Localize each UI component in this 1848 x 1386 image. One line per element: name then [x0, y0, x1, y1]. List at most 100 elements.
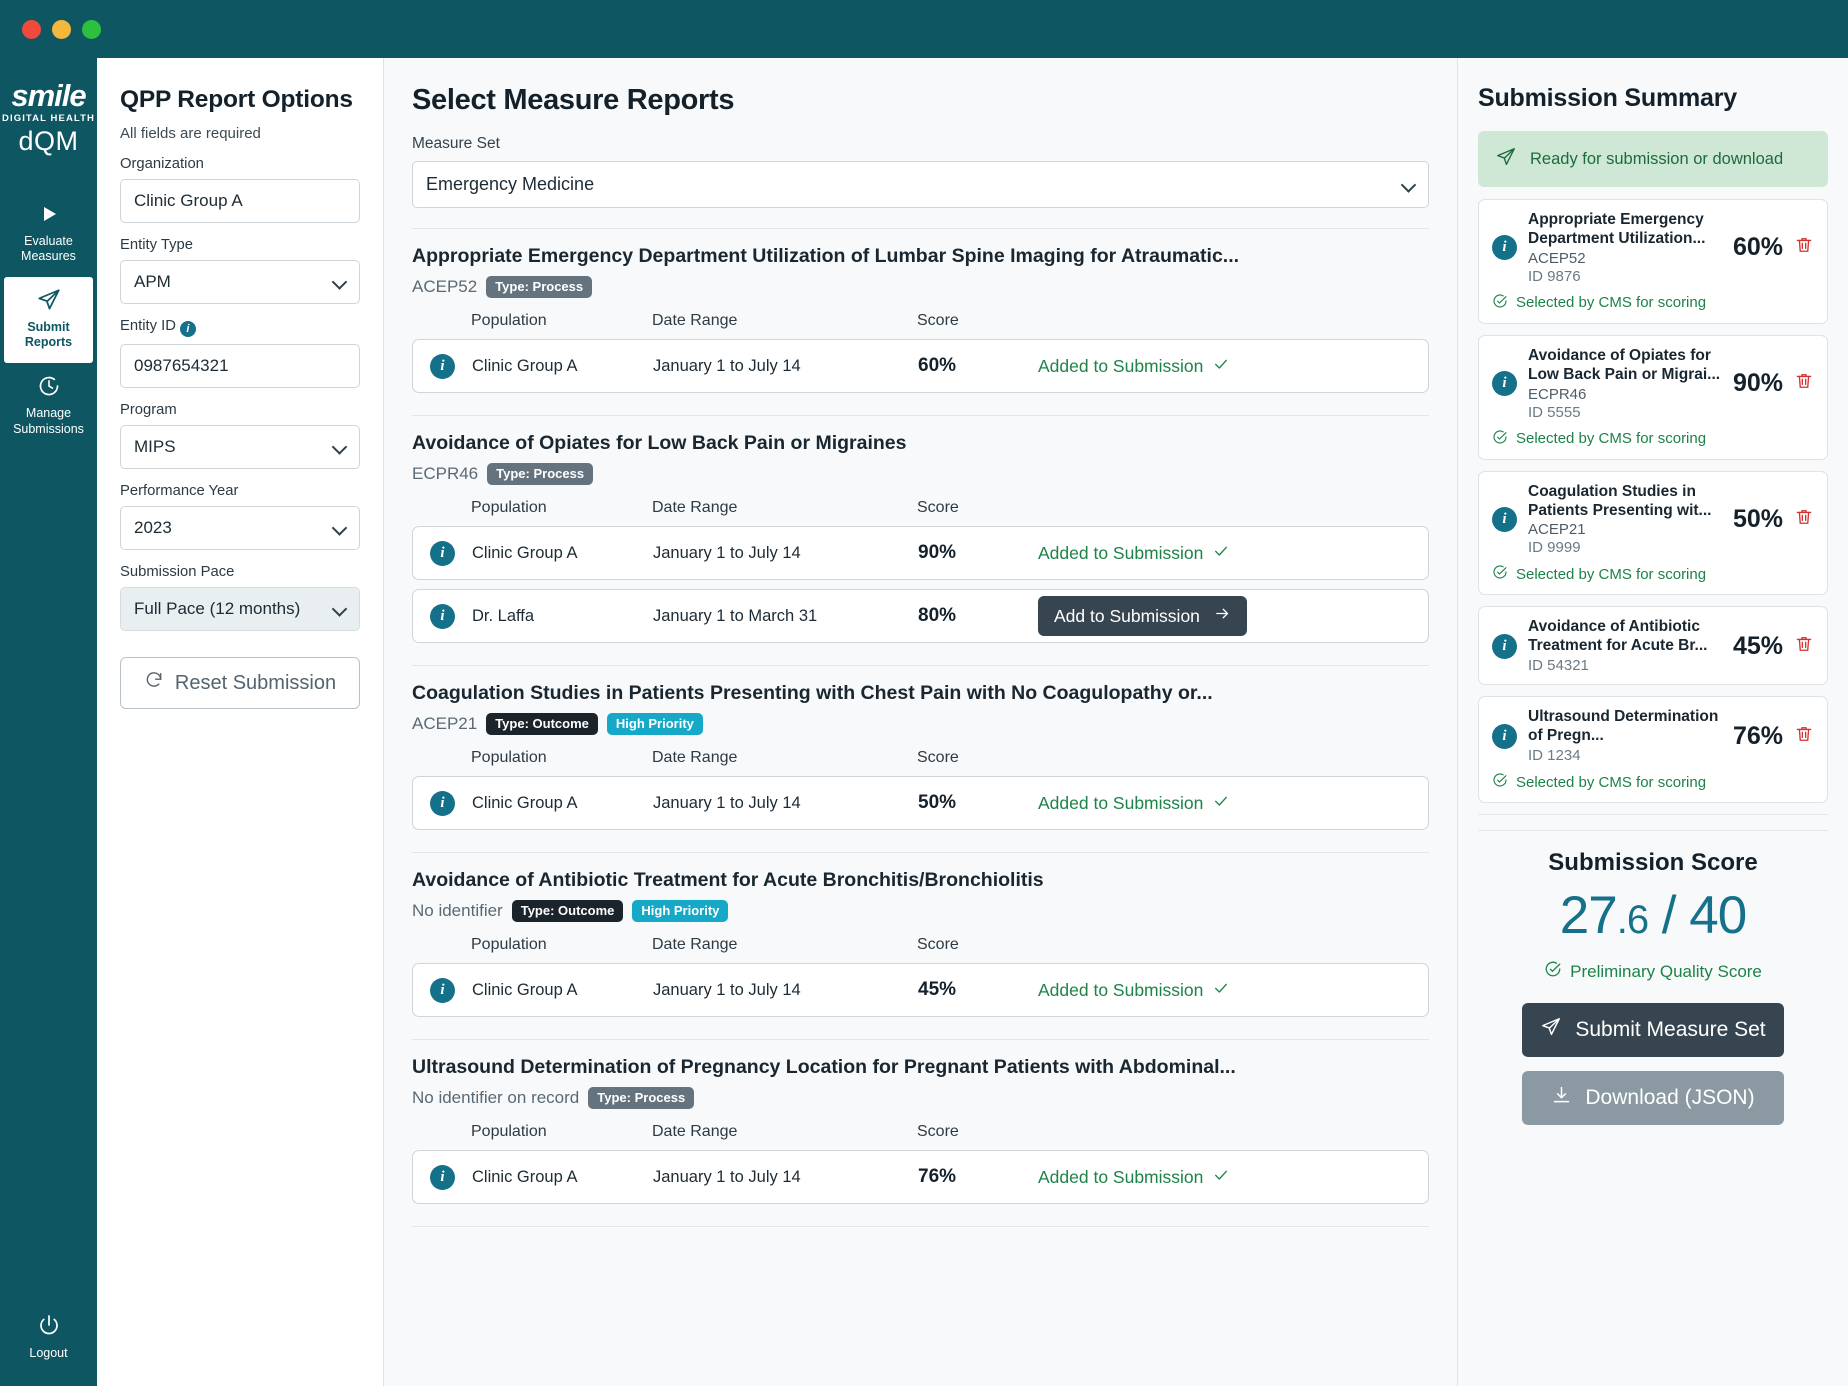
chevron-down-icon: [334, 441, 347, 454]
row-score: 50%: [918, 792, 957, 813]
window-controls: [22, 19, 101, 39]
card-text: Coagulation Studies in Patients Presenti…: [1528, 483, 1722, 557]
card-footer-label: Selected by CMS for scoring: [1516, 773, 1707, 791]
measure-table-header: Population Date Range Score: [412, 936, 1429, 954]
divider: [412, 1226, 1429, 1227]
measure-code: ACEP21: [412, 714, 478, 733]
delete-measure-icon[interactable]: [1794, 634, 1814, 659]
sidebar-item-label-line2: Measures: [21, 249, 76, 264]
added-to-submission-button[interactable]: Added to Submission: [1038, 543, 1229, 564]
info-icon[interactable]: i: [430, 977, 455, 1003]
column-header-score: Score: [917, 499, 959, 516]
card-measure-id: ID 5555: [1528, 403, 1581, 421]
info-icon[interactable]: i: [1492, 723, 1517, 749]
entity-type-select[interactable]: APM: [120, 260, 360, 304]
card-footer: Selected by CMS for scoring: [1492, 564, 1814, 584]
column-header-score: Score: [917, 936, 959, 953]
maximize-window-icon[interactable]: [82, 19, 101, 39]
measure-title: Avoidance of Opiates for Low Back Pain o…: [412, 432, 907, 454]
added-to-submission-button[interactable]: Added to Submission: [1038, 980, 1229, 1001]
chevron-down-icon: [334, 522, 347, 535]
sidebar-item-manage-submissions[interactable]: Manage Submissions: [0, 363, 97, 449]
row-action: Added to Submission: [1038, 1167, 1415, 1188]
program-select[interactable]: MIPS: [120, 425, 360, 469]
score-total: / 40: [1648, 886, 1747, 946]
submission-score-label: Submission Score: [1548, 849, 1758, 877]
reset-submission-label: Reset Submission: [174, 671, 337, 694]
card-measure-name: Avoidance of Opiates for Low Back Pain o…: [1528, 346, 1721, 383]
info-icon[interactable]: i: [1492, 507, 1517, 533]
column-header-population: Population: [471, 312, 547, 329]
minimize-window-icon[interactable]: [52, 19, 71, 39]
card-text: Avoidance of Antibiotic Treatment for Ac…: [1528, 618, 1722, 674]
card-text: Avoidance of Opiates for Low Back Pain o…: [1528, 347, 1722, 421]
card-measure-id: ID 9876: [1528, 267, 1581, 285]
column-header-population: Population: [471, 499, 547, 516]
card-main: i Avoidance of Opiates for Low Back Pain …: [1492, 347, 1814, 421]
measure-set-value: Emergency Medicine: [426, 174, 595, 194]
measure-meta: No identifier on record Type: Process: [412, 1087, 1429, 1109]
program-value: MIPS: [134, 437, 176, 456]
organization-label: Organization: [120, 156, 204, 172]
added-to-submission-label: Added to Submission: [1038, 792, 1204, 813]
clock-icon: [37, 373, 61, 399]
info-icon[interactable]: i: [430, 353, 455, 379]
close-window-icon[interactable]: [22, 19, 41, 39]
submission-summary-card: i Avoidance of Opiates for Low Back Pain …: [1478, 334, 1828, 460]
download-json-button[interactable]: Download (JSON): [1522, 1071, 1784, 1126]
measure-set-select[interactable]: Emergency Medicine: [412, 161, 1429, 208]
add-to-submission-button[interactable]: Add to Submission: [1038, 596, 1247, 636]
performance-year-select[interactable]: 2023: [120, 506, 360, 550]
info-icon[interactable]: i: [1492, 633, 1517, 659]
submission-pace-value: Full Pace (12 months): [134, 599, 301, 618]
delete-measure-icon[interactable]: [1794, 371, 1814, 396]
column-header-date-range: Date Range: [652, 499, 738, 516]
measure-block: Avoidance of Opiates for Low Back Pain o…: [412, 416, 1429, 666]
added-to-submission-label: Added to Submission: [1038, 542, 1204, 563]
download-json-label: Download (JSON): [1585, 1086, 1755, 1110]
sidebar-item-submit-reports[interactable]: Submit Reports: [4, 276, 93, 363]
column-header-population: Population: [471, 936, 547, 953]
info-icon[interactable]: i: [430, 1164, 455, 1190]
card-main: i Appropriate Emergency Department Utiliz…: [1492, 211, 1814, 285]
badge-process: Type: Process: [487, 463, 594, 485]
measure-meta: ECPR46 Type: Process: [412, 463, 1429, 485]
field-performance-year: Performance Year 2023: [120, 483, 360, 550]
info-icon[interactable]: i: [1492, 235, 1517, 261]
paper-plane-icon: [36, 287, 62, 313]
field-organization: Organization Clinic Group A: [120, 156, 360, 223]
submit-measure-set-button[interactable]: Submit Measure Set: [1522, 1003, 1784, 1058]
added-to-submission-button[interactable]: Added to Submission: [1038, 793, 1229, 814]
submission-pace-select[interactable]: Full Pace (12 months): [120, 587, 360, 631]
check-icon: [1213, 543, 1229, 564]
entity-id-input[interactable]: 0987654321: [120, 344, 360, 388]
info-icon[interactable]: i: [1492, 371, 1517, 397]
logout-button[interactable]: Logout: [0, 1313, 97, 1360]
program-label: Program: [120, 402, 177, 418]
sidebar-item-evaluate-measures[interactable]: Evaluate Measures: [0, 191, 97, 277]
organization-input[interactable]: Clinic Group A: [120, 179, 360, 223]
info-icon[interactable]: i: [430, 790, 455, 816]
badge-process: Type: Process: [588, 1087, 695, 1109]
sidebar-item-label-line2: Reports: [24, 335, 73, 350]
measures-title: Select Measure Reports: [412, 84, 735, 116]
delete-measure-icon[interactable]: [1794, 235, 1814, 260]
measure-table-header: Population Date Range Score: [412, 499, 1429, 517]
check-circle-icon: [1492, 429, 1508, 449]
added-to-submission-button[interactable]: Added to Submission: [1038, 1167, 1229, 1188]
reset-submission-button[interactable]: Reset Submission: [120, 657, 360, 709]
delete-measure-icon[interactable]: [1794, 724, 1814, 749]
row-action: Add to Submission: [1038, 596, 1415, 636]
performance-year-value: 2023: [134, 518, 172, 537]
info-icon[interactable]: i: [430, 603, 455, 629]
check-circle-icon: [1544, 960, 1562, 983]
measure-table-header: Population Date Range Score: [412, 1123, 1429, 1141]
badge-outcome: Type: Outcome: [486, 713, 598, 735]
logo-brand: smile: [11, 78, 86, 113]
score-decimal: .6: [1616, 898, 1649, 943]
info-icon[interactable]: i: [179, 321, 196, 337]
added-to-submission-button[interactable]: Added to Submission: [1038, 356, 1229, 377]
delete-measure-icon[interactable]: [1794, 507, 1814, 532]
measure-code: No identifier: [412, 901, 503, 920]
info-icon[interactable]: i: [430, 540, 455, 566]
